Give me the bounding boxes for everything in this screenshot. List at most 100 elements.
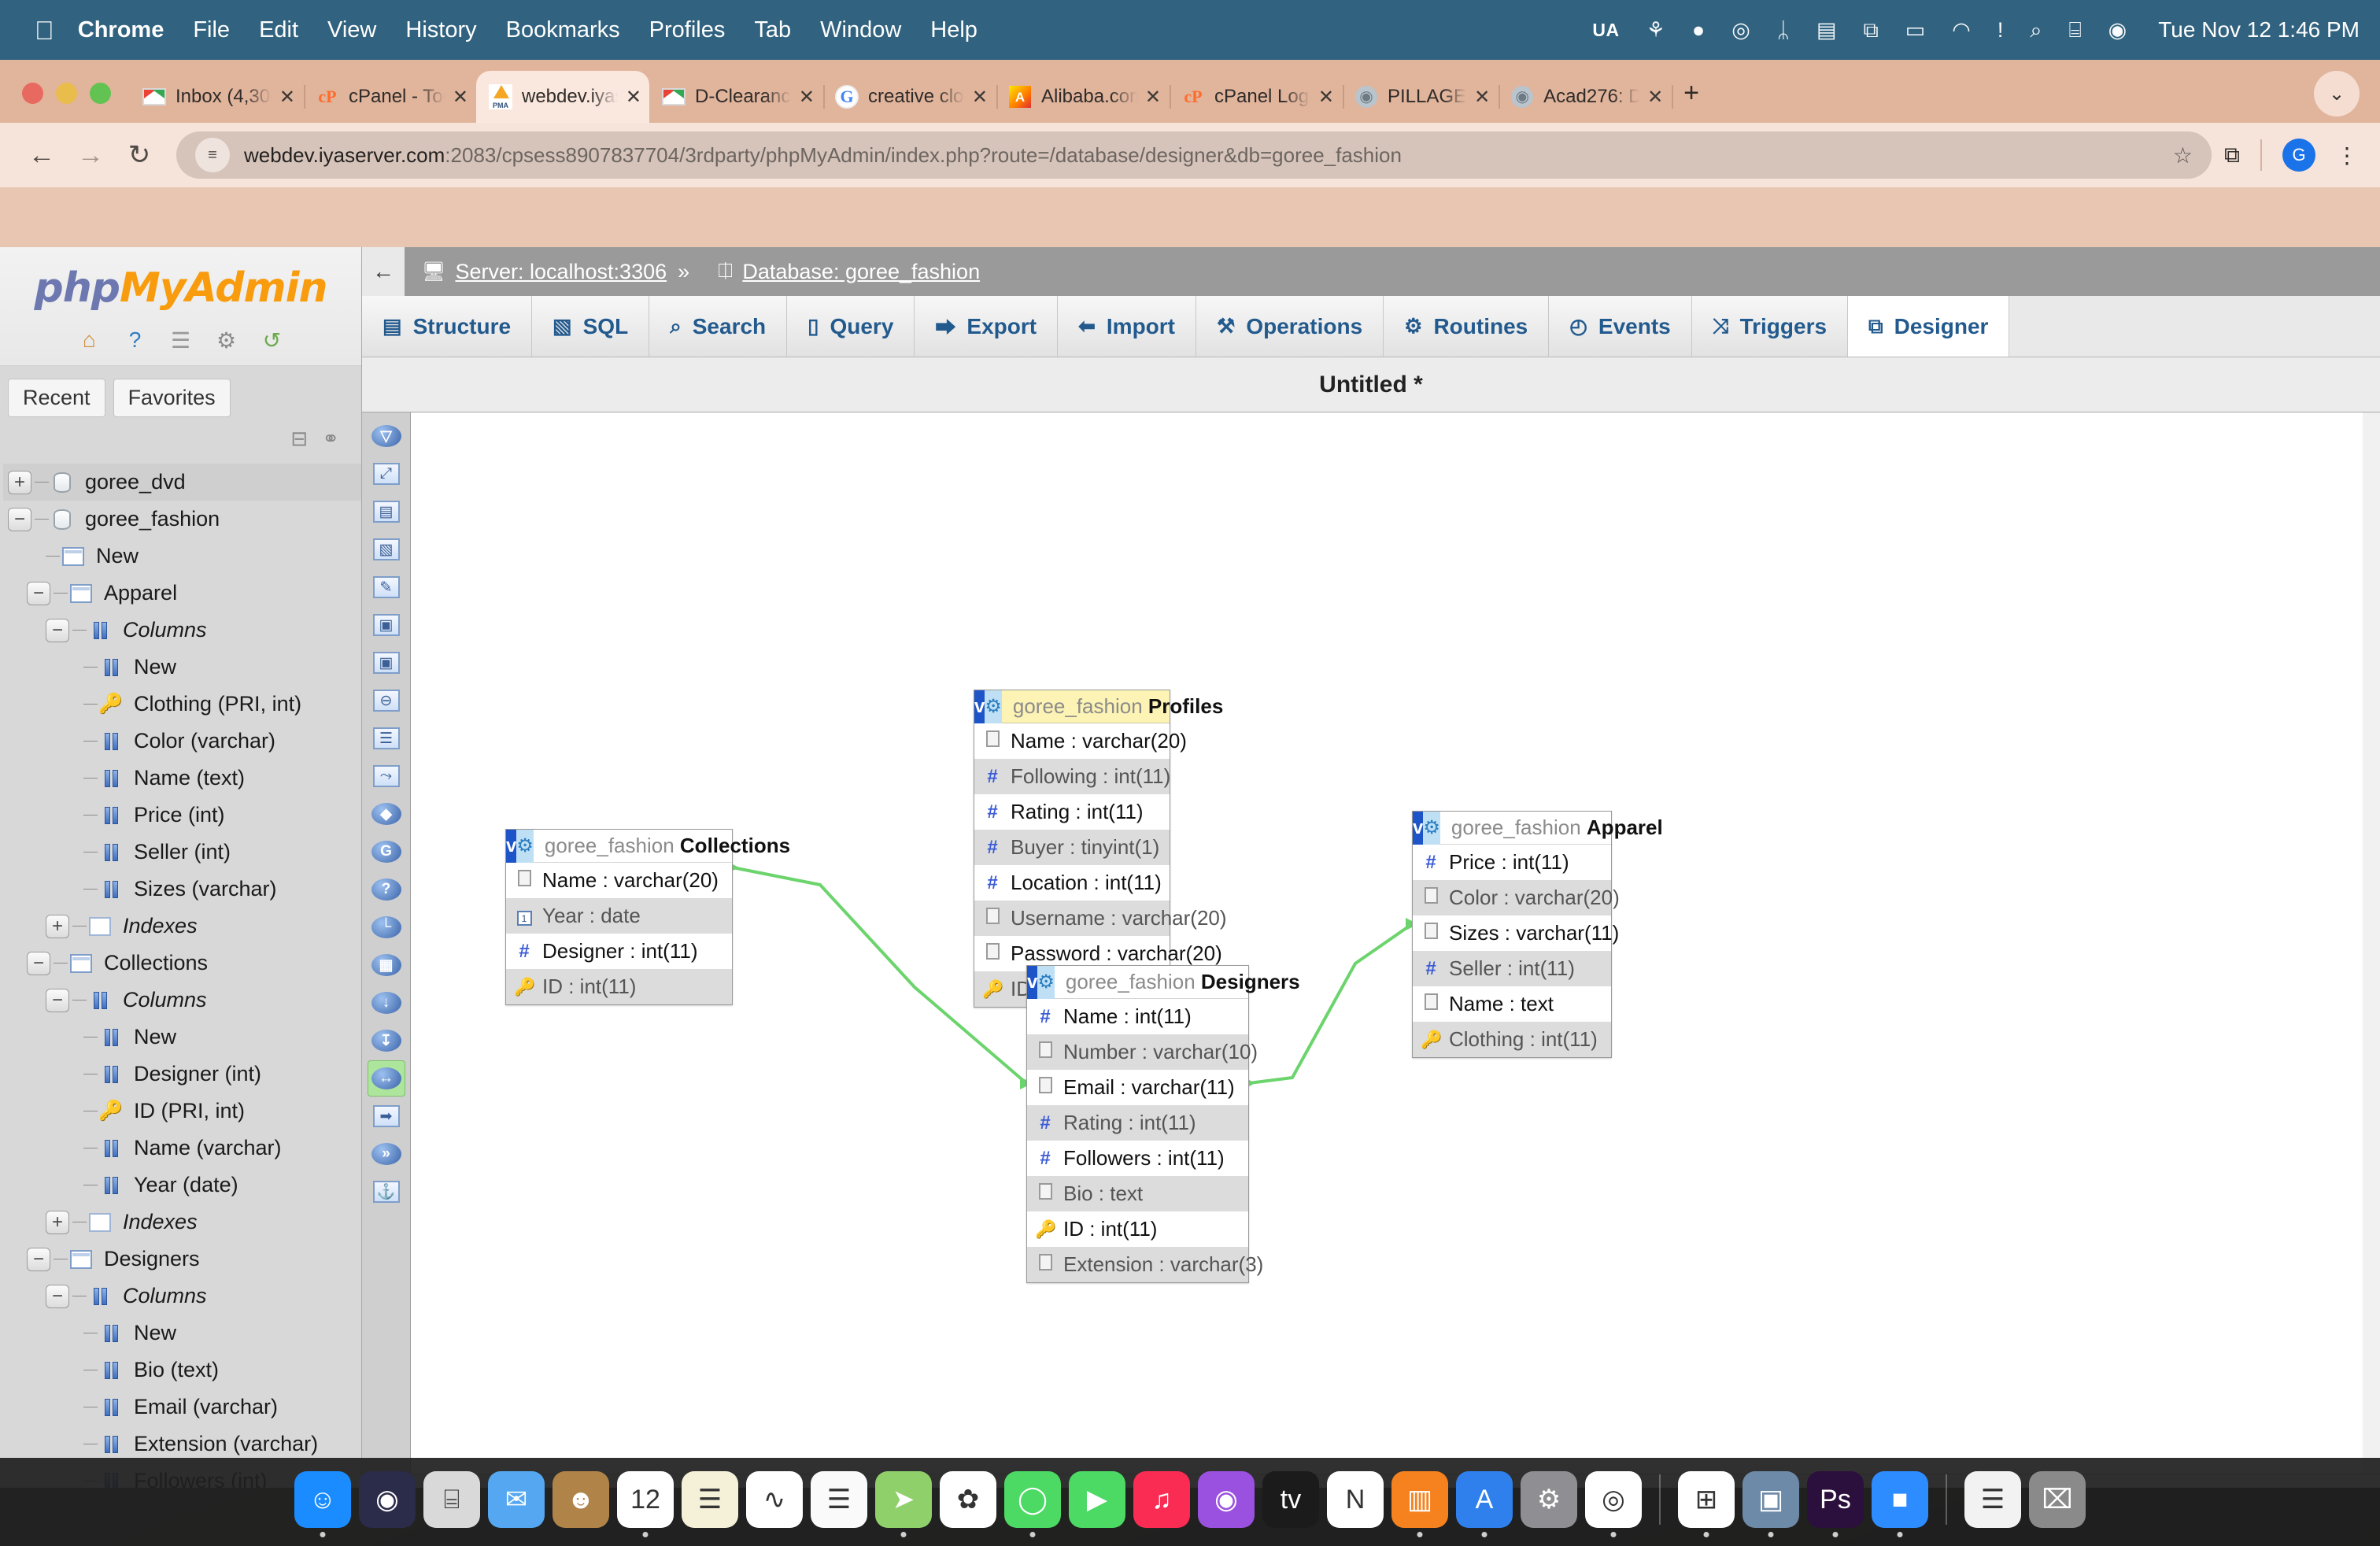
designer-table-field[interactable]: # Buyer : tinyint(1) [974,830,1170,865]
table-visibility-toggle-icon[interactable]: v [1413,811,1424,845]
dock-photos[interactable]: ✿ [940,1471,996,1528]
recent-tab[interactable]: Recent [8,379,105,417]
table-list-icon[interactable]: ☰ [368,720,405,756]
new-tab-button[interactable]: + [1671,78,1717,123]
designer-table-field[interactable]: 🔑 ID : int(11) [506,969,732,1004]
input-source-ua-icon[interactable]: UA [1592,20,1619,41]
tab-operations[interactable]: ⚒ Operations [1196,296,1384,357]
dock-messages[interactable]: ◯ [1004,1471,1061,1537]
pin-text-icon[interactable]: ⚓ [368,1174,405,1210]
tree-item-goree-dvd[interactable]: + goree_dvd [3,464,361,501]
table-visibility-toggle-icon[interactable]: v [506,829,517,863]
designer-table-collections[interactable]: v ⚙ goree_fashion Collections Name : varcha… [505,829,790,1005]
new-page-icon[interactable]: ▧ [368,531,405,568]
dock-launchpad[interactable]: ⌸ [423,1471,480,1528]
tree-item-indexes[interactable]: + Indexes [3,1204,361,1241]
tree-toggle-icon[interactable]: − [46,988,69,1012]
table-options-gear-icon[interactable]: ⚙ [1037,965,1055,999]
designer-table-field[interactable]: # Seller : int(11) [1413,951,1611,986]
chrome-menu-icon[interactable]: ⋮ [2336,142,2358,168]
browser-tab-d-clearance[interactable]: D-Clearance ✕ [649,71,825,123]
tab-search-chevron-down-icon[interactable]: ⌄ [2314,71,2360,117]
move-menu-icon[interactable]: ↔ [367,1060,405,1097]
menu-help[interactable]: Help [930,17,978,43]
tab-close-icon[interactable]: ✕ [1145,86,1161,109]
designer-table-field[interactable]: # Rating : int(11) [974,794,1170,830]
dock-reminders[interactable]: ☰ [811,1471,867,1528]
tree-item-bio-text[interactable]: Bio (text) [3,1352,361,1389]
save-page-icon[interactable]: ▣ [368,607,405,643]
menu-profiles[interactable]: Profiles [649,17,726,43]
designer-table-field[interactable]: Username : varchar(20) [974,901,1227,936]
tree-item-new[interactable]: New [3,1315,361,1352]
close-window-button[interactable] [22,83,43,104]
delete-page-icon[interactable]: ⊖ [368,682,405,719]
table-visibility-toggle-icon[interactable]: v [1027,965,1038,999]
tab-close-icon[interactable]: ✕ [279,86,295,109]
tab-query[interactable]: ▯ Query [787,296,915,357]
tab-export[interactable]: ⮕ Export [915,296,1059,357]
home-icon[interactable]: ⌂ [76,326,104,354]
tab-structure[interactable]: ▤ Structure [362,296,533,357]
menu-edit[interactable]: Edit [259,17,298,43]
menu-history[interactable]: History [405,17,476,43]
create-relation-icon[interactable]: ⤳ [368,758,405,794]
dock-podcasts[interactable]: ◉ [1198,1471,1255,1528]
tree-item-goree-fashion[interactable]: − goree_fashion [3,501,361,538]
tab-close-icon[interactable]: ✕ [453,86,468,109]
help-icon[interactable]: ? [368,871,405,908]
tree-item-apparel[interactable]: − Apparel [3,575,361,612]
designer-table-field[interactable]: Name : varchar(20) [506,863,732,898]
site-settings-icon[interactable]: ≡ [195,138,230,172]
tab-events[interactable]: ◴ Events [1549,296,1692,357]
back-button[interactable]: ← [17,140,66,171]
apple-menu-icon[interactable]:  [35,17,54,43]
dock-calendar[interactable]: 12 [617,1471,674,1537]
designer-table-field[interactable]: Extension : varchar(3) [1027,1247,1263,1282]
dock-stocks[interactable]: ∿ [746,1471,803,1528]
tree-item-collections[interactable]: − Collections [3,945,361,982]
dock-trash[interactable]: ⌧ [2029,1471,2086,1528]
tree-item-sizes-varchar[interactable]: Sizes (varchar) [3,871,361,908]
menu-window[interactable]: Window [820,17,901,43]
tab-close-icon[interactable]: ✕ [972,86,988,109]
dock-chrome[interactable]: ◎ [1585,1471,1642,1537]
dock-zoom[interactable]: ■ [1872,1471,1928,1537]
tab-routines[interactable]: ⚙ Routines [1384,296,1550,357]
browser-tab-cpanel-tool[interactable]: cP cPanel - Tool ✕ [303,71,479,123]
minimize-window-button[interactable] [56,83,77,104]
table-options-gear-icon[interactable]: ⚙ [1423,811,1440,845]
new-relation-icon[interactable]: ▤ [368,494,405,530]
designer-table-field[interactable]: # Designer : int(11) [506,934,732,969]
address-bar[interactable]: ≡ webdev.iyaserver.com:2083/cpsess890783… [176,131,2212,179]
wifi-icon[interactable]: ◠ [1952,19,1971,41]
browser-tab-inbox[interactable]: Inbox (4,300 ✕ [130,71,305,123]
calculator-icon[interactable]: ▤ [1816,19,1837,41]
tab-close-icon[interactable]: ✕ [1474,86,1490,109]
designer-table-field[interactable]: 🔑 Clothing : int(11) [1413,1022,1611,1057]
browser-tab-cpanel-login[interactable]: cP cPanel Login ✕ [1169,71,1344,123]
designer-table-field[interactable]: Name : varchar(20) [974,723,1187,759]
tree-toggle-icon[interactable]: + [46,914,69,938]
designer-table-field[interactable]: Bio : text [1027,1176,1248,1211]
dock-appstore[interactable]: A [1456,1471,1513,1537]
breadcrumb-server[interactable]: 🖥 Server: localhost:3306 [422,260,667,284]
forward-button[interactable]: → [66,140,115,171]
dock-mail[interactable]: ✉ [488,1471,545,1528]
angular-links-icon[interactable]: └ [368,909,405,945]
tree-toggle-icon[interactable]: − [46,1284,69,1308]
show-hide-tables-icon[interactable]: ▽ [368,418,405,454]
designer-table-field[interactable]: # Name : int(11) [1027,999,1248,1034]
dock-facetime[interactable]: ▶ [1069,1471,1125,1528]
designer-table-header[interactable]: v ⚙ goree_fashion Designers [1027,965,1300,999]
tab-sql[interactable]: ▧ SQL [532,296,650,357]
tab-close-icon[interactable]: ✕ [799,86,815,109]
export-schema-icon[interactable]: ➡ [368,1098,405,1134]
bluetooth-icon[interactable]: ᛦ [1777,19,1790,41]
extensions-icon[interactable]: ⧉ [2224,142,2240,168]
control-center-icon[interactable]: ⌸ [2068,19,2081,41]
dock-siri[interactable]: ◉ [359,1471,416,1528]
dock-maps[interactable]: ➤ [875,1471,932,1537]
tree-item-name-text[interactable]: Name (text) [3,760,361,797]
designer-table-field[interactable]: 🔑 ID : int(11) [1027,1211,1248,1247]
